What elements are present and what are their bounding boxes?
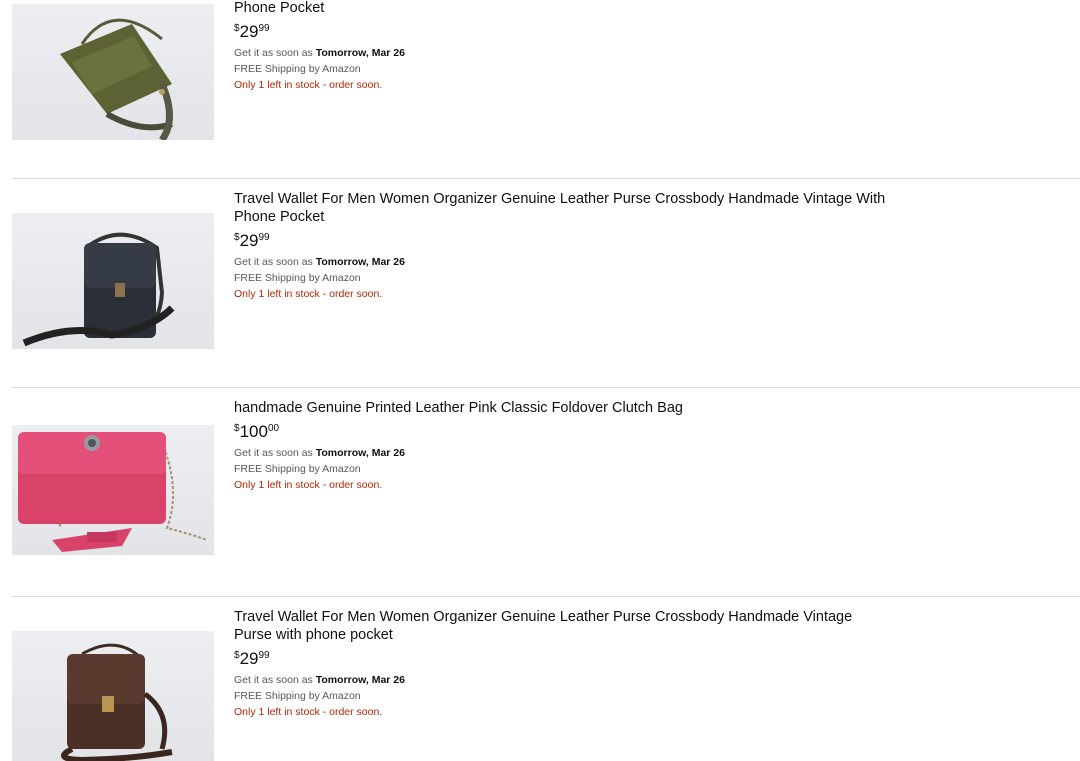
result-divider xyxy=(12,596,1080,597)
delivery-date: Tomorrow, Mar 26 xyxy=(315,256,405,268)
price-whole: 29 xyxy=(239,649,259,668)
product-title-link[interactable]: handmade Genuine Printed Leather Pink Cl… xyxy=(234,399,894,417)
delivery-date: Tomorrow, Mar 26 xyxy=(315,447,405,459)
stock-status: Only 1 left in stock - order soon. xyxy=(234,705,383,718)
delivery-info: Get it as soon as Tomorrow, Mar 26 xyxy=(234,446,894,462)
price-whole: 29 xyxy=(239,22,259,41)
product-image[interactable] xyxy=(12,4,214,140)
product-image[interactable] xyxy=(12,425,214,555)
price-symbol: $ xyxy=(234,232,240,243)
delivery-date: Tomorrow, Mar 26 xyxy=(315,47,405,59)
price-whole: 29 xyxy=(239,231,259,250)
product-price: $2999 xyxy=(234,22,894,42)
product-title-link[interactable]: Travel Wallet For Men Women Organizer Ge… xyxy=(234,608,894,644)
price-symbol: $ xyxy=(234,650,240,661)
pink-clutch-bag-image xyxy=(18,432,208,552)
price-symbol: $ xyxy=(234,23,240,34)
product-price: $10000 xyxy=(234,422,894,442)
price-symbol: $ xyxy=(234,423,240,434)
product-price: $2999 xyxy=(234,231,894,251)
delivery-info: Get it as soon as Tomorrow, Mar 26 xyxy=(234,673,894,689)
price-fraction: 99 xyxy=(258,232,270,243)
result-divider xyxy=(12,178,1080,179)
delivery-prefix: Get it as soon as xyxy=(234,47,313,59)
stock-status: Only 1 left in stock - order soon. xyxy=(234,478,383,491)
delivery-date: Tomorrow, Mar 26 xyxy=(315,674,405,686)
stock-status: Only 1 left in stock - order soon. xyxy=(234,287,383,300)
delivery-info: Get it as soon as Tomorrow, Mar 26 xyxy=(234,255,894,271)
price-fraction: 99 xyxy=(258,23,270,34)
product-price: $2999 xyxy=(234,649,894,669)
shipping-info: FREE Shipping by Amazon xyxy=(234,689,361,702)
product-image[interactable] xyxy=(12,631,214,761)
black-crossbody-bag-image xyxy=(22,232,175,347)
stock-status: Only 1 left in stock - order soon. xyxy=(234,78,383,91)
shipping-info: FREE Shipping by Amazon xyxy=(234,271,361,284)
delivery-prefix: Get it as soon as xyxy=(234,447,313,459)
product-title-link[interactable]: Travel Wallet For Men Women Organizer Ge… xyxy=(234,190,894,226)
price-fraction: 99 xyxy=(258,650,270,661)
search-results-list: Phone Pocket $2999 Get it as soon as Tom… xyxy=(0,0,1080,761)
delivery-prefix: Get it as soon as xyxy=(234,256,313,268)
olive-crossbody-bag-image xyxy=(60,18,173,140)
shipping-info: FREE Shipping by Amazon xyxy=(234,462,361,475)
price-fraction: 00 xyxy=(267,423,280,434)
product-title-link[interactable]: Phone Pocket xyxy=(234,0,894,17)
delivery-info: Get it as soon as Tomorrow, Mar 26 xyxy=(234,46,894,62)
product-image[interactable] xyxy=(12,213,214,349)
shipping-info: FREE Shipping by Amazon xyxy=(234,62,361,75)
delivery-prefix: Get it as soon as xyxy=(234,674,313,686)
price-whole: 100 xyxy=(239,422,268,441)
brown-crossbody-bag-image xyxy=(61,643,173,761)
result-divider xyxy=(12,387,1080,388)
